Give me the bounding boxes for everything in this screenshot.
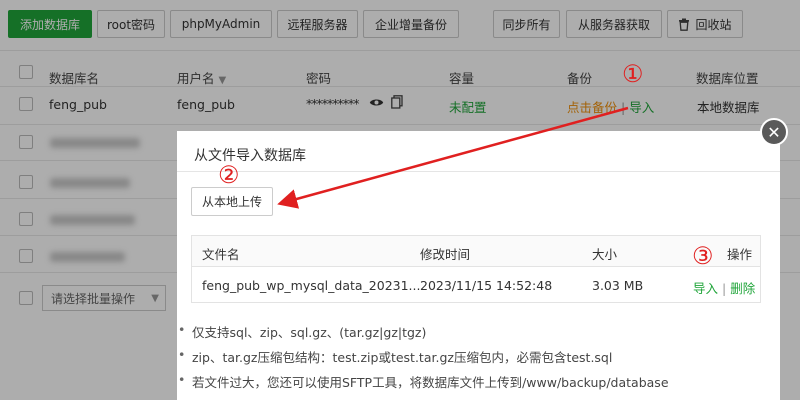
annotation-three: ③ (692, 242, 714, 270)
note-large-files: 若文件过大，您还可以使用SFTP工具，将数据库文件上传到/www/backup/… (178, 372, 669, 391)
annotation-one: ① (622, 60, 644, 88)
file-size-cell: 3.03 MB (592, 278, 644, 293)
dialog-divider (177, 171, 780, 172)
file-delete-link[interactable]: 删除 (730, 281, 755, 296)
file-table-header (191, 235, 761, 267)
note-supported-formats: 仅支持sql、zip、sql.gz、(tar.gz|gz|tgz) (178, 322, 426, 341)
file-header-size: 大小 (592, 247, 618, 262)
file-mtime-cell: 2023/11/15 14:52:48 (420, 278, 553, 293)
annotation-two: ② (218, 161, 240, 189)
file-header-mtime: 修改时间 (420, 247, 471, 262)
close-icon[interactable]: ✕ (760, 118, 788, 146)
file-header-name: 文件名 (202, 247, 240, 262)
upload-local-button[interactable]: 从本地上传 (191, 187, 273, 216)
note-archive-structure: zip、tar.gz压缩包结构：test.zip或test.tar.gz压缩包内… (178, 347, 612, 366)
file-name-cell: feng_pub_wp_mysql_data_20231... (202, 278, 421, 293)
file-header-actions: 操作 (727, 247, 753, 262)
separator: | (722, 281, 727, 296)
file-import-link[interactable]: 导入 (693, 281, 718, 296)
file-actions: 导入 | 删除 (693, 278, 755, 297)
dialog-title: 从文件导入数据库 (194, 148, 306, 164)
import-database-dialog: 从文件导入数据库 从本地上传 文件名 修改时间 大小 操作 feng_pub_w… (177, 131, 780, 411)
